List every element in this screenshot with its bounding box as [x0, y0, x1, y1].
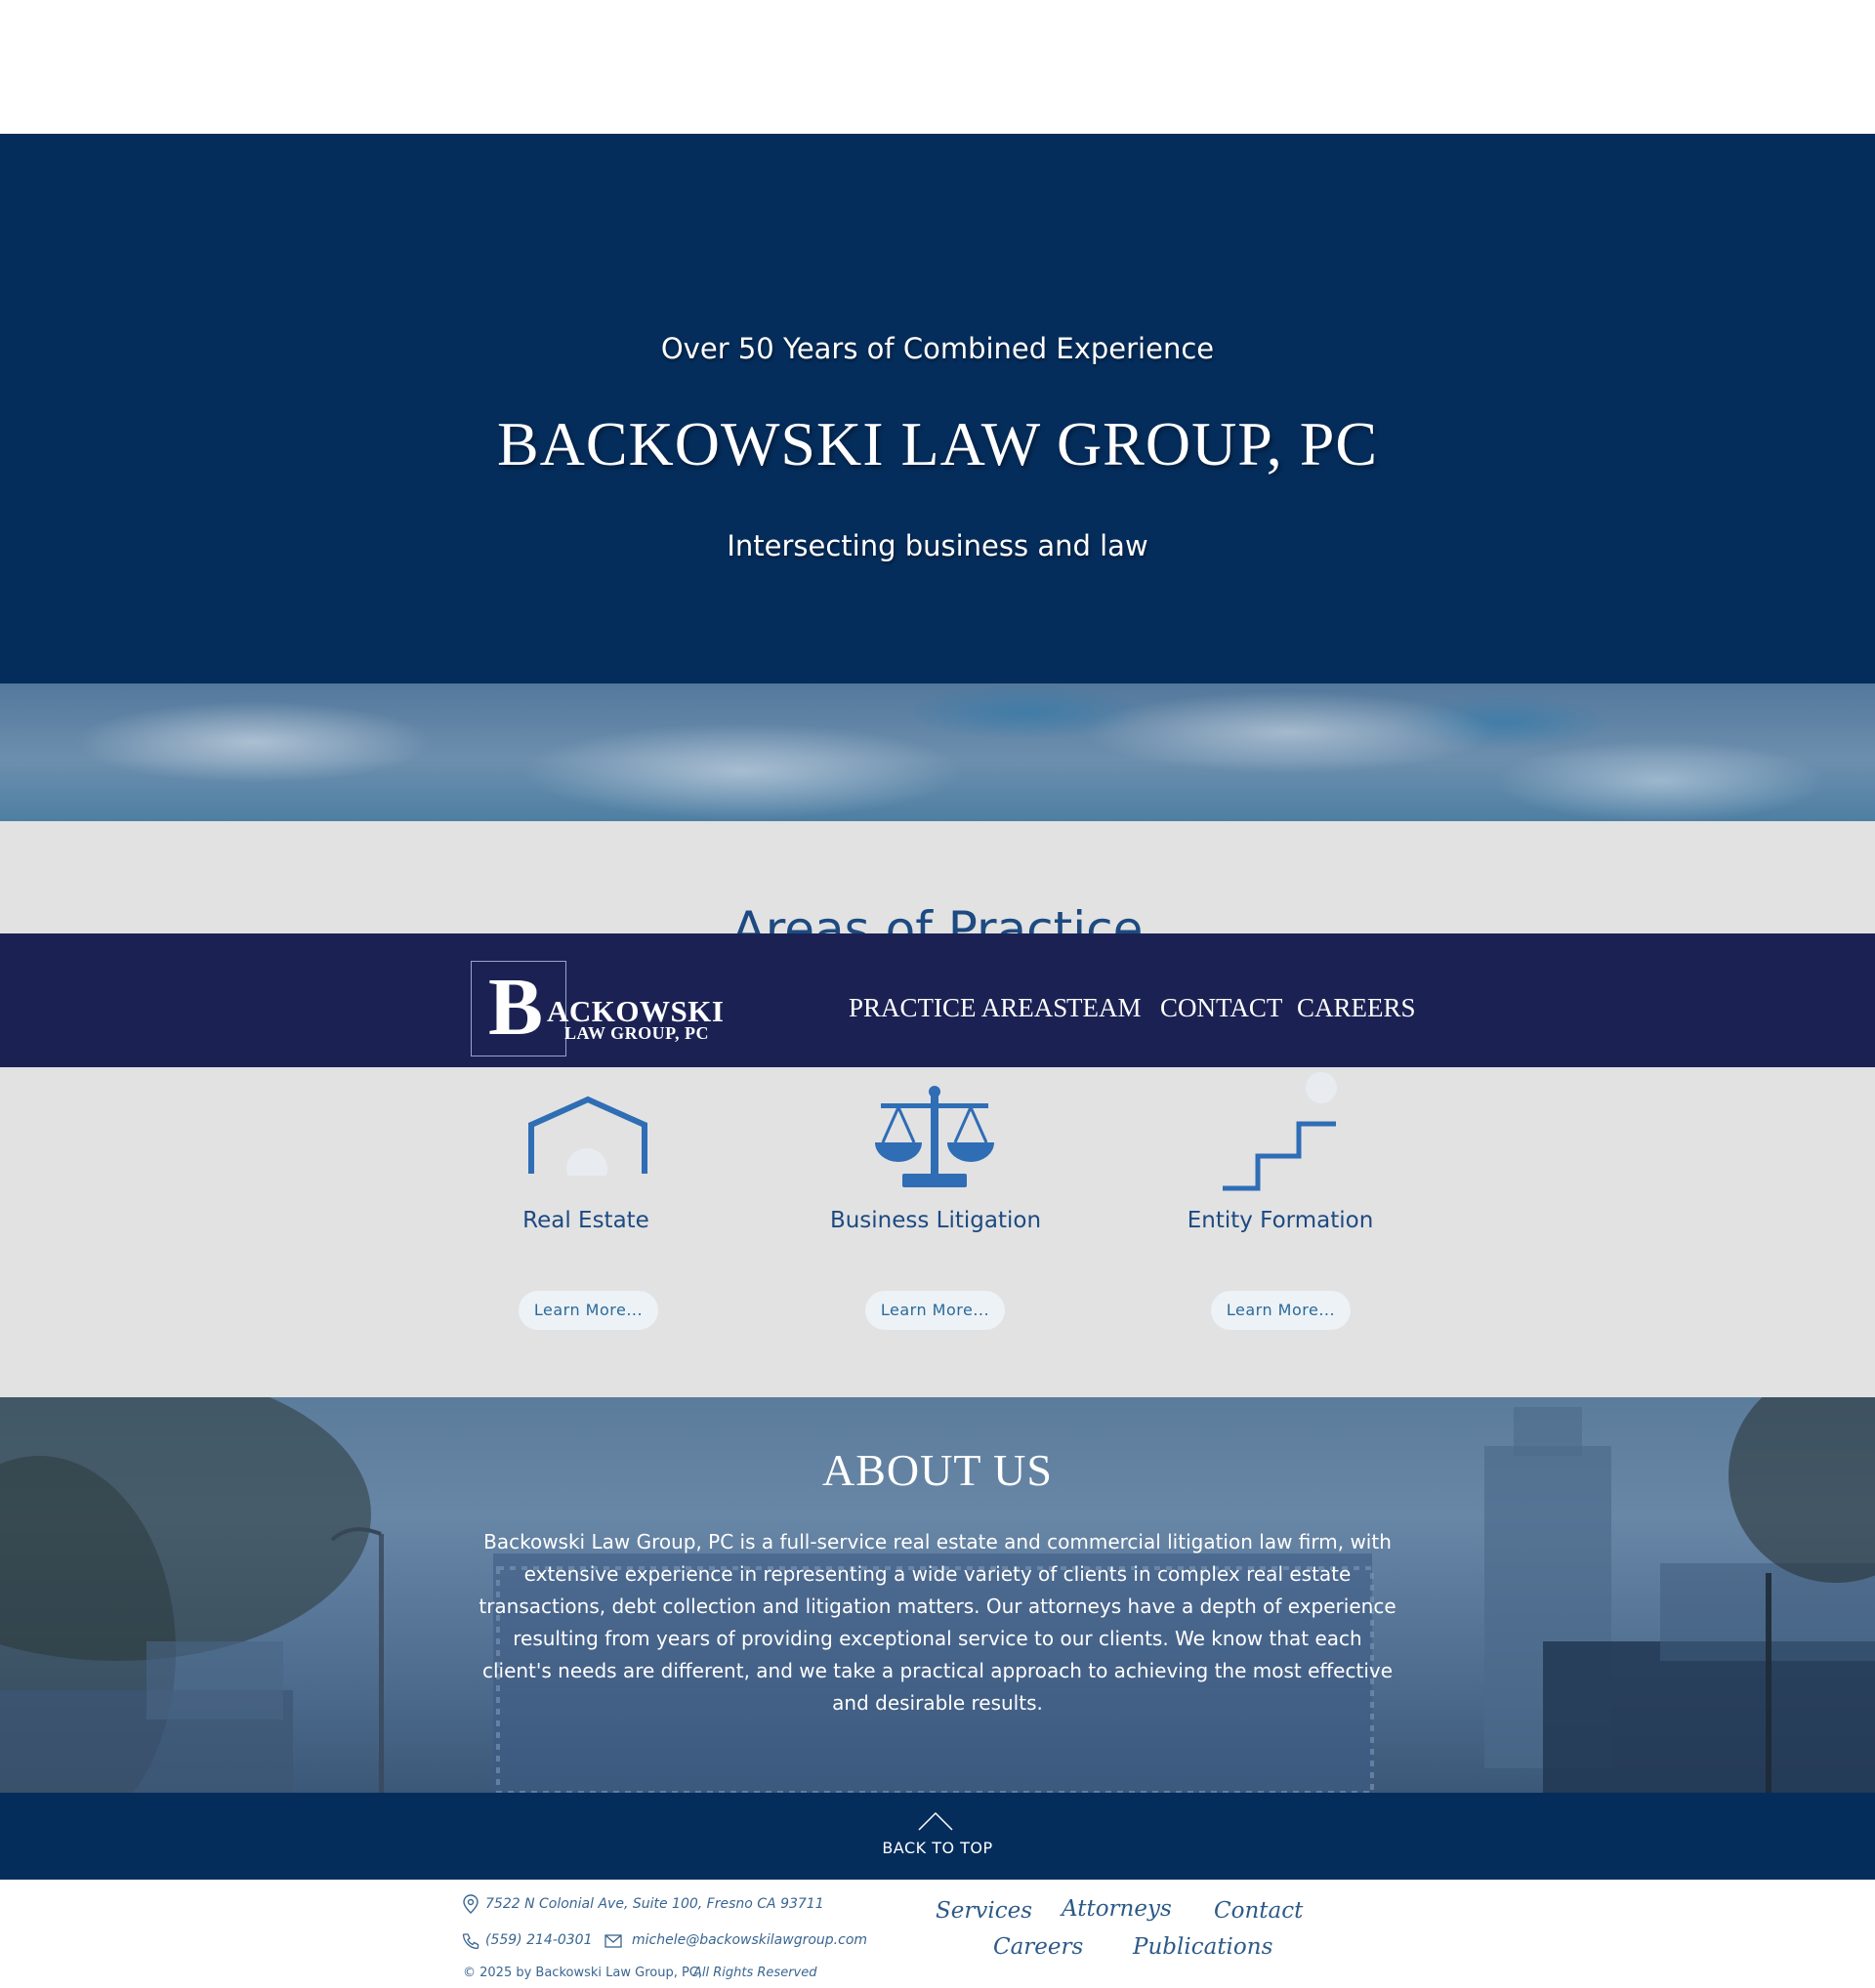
footer-rights: All Rights Reserved: [693, 1966, 817, 1980]
email-icon: [604, 1934, 622, 1948]
back-to-top-bar: [0, 1793, 1875, 1880]
hero-tagline: Intersecting business and law: [727, 529, 1148, 562]
house-outline-icon: [528, 1096, 647, 1176]
learn-more-business-litigation-button[interactable]: Learn More...: [865, 1291, 1005, 1330]
nav-team[interactable]: TEAM: [1066, 993, 1142, 1023]
footer-address: 7522 N Colonial Ave, Suite 100, Fresno C…: [485, 1896, 824, 1912]
stairs-icon: [1223, 1072, 1337, 1191]
footer-phone[interactable]: (559) 214-0301: [485, 1932, 593, 1948]
nav-contact[interactable]: CONTACT: [1160, 993, 1282, 1023]
scales-of-justice-icon: [875, 1086, 994, 1187]
top-whitespace: [0, 0, 1875, 134]
about-description: Backowski Law Group, PC is a full-servic…: [479, 1530, 1396, 1715]
footer-email[interactable]: michele@backowskilawgroup.com: [632, 1932, 867, 1948]
hero-title: BACKOWSKI LAW GROUP, PC: [496, 409, 1379, 478]
about-section: ABOUT US Backowski Law Group, PC is a fu…: [0, 1397, 1875, 1793]
back-to-top-link[interactable]: BACK TO TOP: [0, 1839, 1875, 1857]
footer-link-attorneys[interactable]: Attorneys: [1062, 1896, 1172, 1922]
logo-letter: B: [488, 962, 544, 1053]
about-title: ABOUT US: [822, 1445, 1053, 1495]
site-logo[interactable]: B ACKOWSKI LAW GROUP, PC: [471, 961, 724, 1056]
card-title-entity-formation: Entity Formation: [1187, 1208, 1374, 1233]
footer-link-services[interactable]: Services: [936, 1898, 1032, 1924]
chevron-up-icon[interactable]: [918, 1810, 953, 1832]
footer-link-publications[interactable]: Publications: [1133, 1934, 1272, 1960]
learn-more-real-estate-button[interactable]: Learn More...: [519, 1291, 658, 1330]
nav-practice-areas[interactable]: PRACTICE AREAS: [849, 993, 1067, 1023]
card-title-business-litigation: Business Litigation: [829, 1208, 1042, 1233]
phone-icon: [462, 1933, 479, 1950]
location-pin-icon: [463, 1894, 479, 1914]
logo-subname: LAW GROUP, PC: [564, 1023, 710, 1043]
footer-copyright: © 2025 by Backowski Law Group, PC,: [463, 1966, 703, 1980]
nav-careers[interactable]: CAREERS: [1297, 993, 1416, 1023]
card-title-real-estate: Real Estate: [522, 1208, 649, 1233]
footer-link-contact[interactable]: Contact: [1214, 1898, 1303, 1924]
footer-link-careers[interactable]: Careers: [993, 1934, 1083, 1960]
sky-banner-image: [0, 683, 1875, 821]
practice-areas-heading: Areas of Practice: [731, 901, 1144, 933]
hero-kicker: Over 50 Years of Combined Experience: [660, 332, 1215, 365]
learn-more-entity-formation-button[interactable]: Learn More...: [1211, 1291, 1351, 1330]
